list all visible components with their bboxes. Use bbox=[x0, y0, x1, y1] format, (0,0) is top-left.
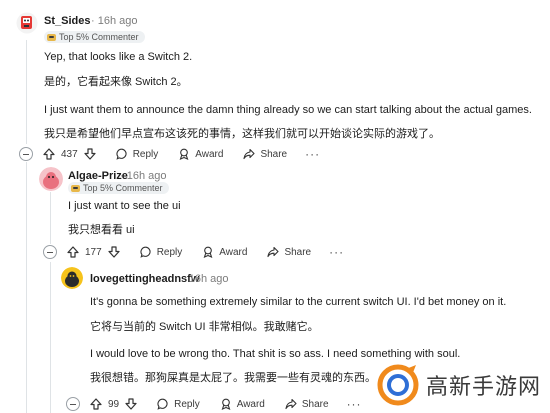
upvote-icon[interactable] bbox=[67, 246, 79, 258]
comment-text: 我只想看看 ui bbox=[68, 224, 135, 236]
share-icon bbox=[243, 148, 255, 160]
reply-label: Reply bbox=[174, 398, 200, 410]
timestamp: · 16h ago bbox=[182, 273, 229, 285]
watermark-text: 高新手游网 bbox=[426, 375, 542, 400]
timestamp: · 16h ago bbox=[120, 170, 167, 182]
comment-bubble-icon bbox=[116, 148, 128, 160]
award-button[interactable]: Award bbox=[202, 246, 247, 258]
downvote-icon[interactable] bbox=[125, 398, 137, 410]
commenter-badge: Top 5% Commenter bbox=[44, 31, 145, 43]
separator: · bbox=[182, 273, 186, 285]
comment-text: I just want them to announce the damn th… bbox=[44, 104, 532, 116]
timestamp: · 16h ago bbox=[91, 15, 138, 27]
award-label: Award bbox=[236, 398, 265, 410]
comment-text: Yep, that looks like a Switch 2. bbox=[44, 51, 193, 63]
vote-count: 99 bbox=[108, 398, 120, 410]
reply-button[interactable]: Reply bbox=[116, 148, 159, 160]
comment-text: 是的，它看起来像 Switch 2。 bbox=[44, 76, 188, 88]
sunglasses-icon bbox=[47, 33, 56, 41]
award-icon bbox=[220, 398, 232, 410]
comment-actions: 437 Reply Award Share ··· bbox=[43, 145, 320, 163]
more-options-icon[interactable]: ··· bbox=[329, 245, 344, 259]
comment-bubble-icon bbox=[140, 246, 152, 258]
more-options-icon[interactable]: ··· bbox=[305, 147, 320, 161]
vote-count: 177 bbox=[85, 246, 102, 258]
share-button[interactable]: Share bbox=[285, 398, 329, 410]
reply-label: Reply bbox=[132, 148, 159, 160]
more-options-icon[interactable]: ··· bbox=[347, 397, 362, 411]
reply-button[interactable]: Reply bbox=[157, 398, 200, 410]
award-icon bbox=[178, 148, 190, 160]
separator: · bbox=[91, 15, 95, 27]
share-icon bbox=[267, 246, 279, 258]
thread-line bbox=[26, 162, 27, 413]
collapse-button[interactable] bbox=[19, 147, 33, 161]
avatar[interactable] bbox=[61, 267, 83, 289]
separator: · bbox=[120, 170, 124, 182]
thread-line bbox=[50, 192, 51, 244]
award-button[interactable]: Award bbox=[220, 398, 265, 410]
badge-label: Top 5% Commenter bbox=[83, 183, 163, 193]
comment-text: It's gonna be something extremely simila… bbox=[90, 296, 507, 308]
share-button[interactable]: Share bbox=[243, 148, 287, 160]
share-label: Share bbox=[284, 246, 312, 258]
share-icon bbox=[285, 398, 297, 410]
vote-count: 437 bbox=[61, 148, 78, 160]
timestamp-text: 16h ago bbox=[126, 170, 167, 182]
watermark-logo-icon bbox=[376, 363, 420, 407]
comment-actions: 99 Reply Award Share ··· bbox=[90, 395, 362, 413]
award-button[interactable]: Award bbox=[178, 148, 223, 160]
avatar[interactable] bbox=[39, 167, 63, 191]
share-label: Share bbox=[260, 148, 288, 160]
username[interactable]: St_Sides bbox=[44, 15, 90, 27]
reply-label: Reply bbox=[156, 246, 183, 258]
upvote-icon[interactable] bbox=[90, 398, 102, 410]
badge-label: Top 5% Commenter bbox=[59, 32, 139, 42]
thread-line bbox=[26, 40, 27, 144]
commenter-badge: Top 5% Commenter bbox=[68, 182, 169, 194]
share-label: Share bbox=[301, 398, 329, 410]
comment-text: 我只是希望他们早点宣布这该死的事情，这样我们就可以开始谈论实际的游戏了。 bbox=[44, 128, 440, 140]
upvote-icon[interactable] bbox=[43, 148, 55, 160]
avatar[interactable] bbox=[16, 12, 38, 34]
username[interactable]: Algae-Prize bbox=[68, 170, 128, 182]
timestamp-text: 16h ago bbox=[188, 273, 229, 285]
comment-text: 我很想错。那狗屎真是太屁了。我需要一些有灵魂的东西。 bbox=[90, 372, 376, 384]
comment-text: 它将与当前的 Switch UI 非常相似。我敢赌它。 bbox=[90, 321, 319, 333]
award-label: Award bbox=[219, 246, 248, 258]
collapse-button[interactable] bbox=[43, 245, 57, 259]
sunglasses-icon bbox=[71, 184, 80, 192]
collapse-button[interactable] bbox=[66, 397, 80, 411]
downvote-icon[interactable] bbox=[84, 148, 96, 160]
thread-line bbox=[50, 262, 51, 413]
award-icon bbox=[202, 246, 214, 258]
comment-text: I just want to see the ui bbox=[68, 200, 181, 212]
comment-bubble-icon bbox=[157, 398, 169, 410]
share-button[interactable]: Share bbox=[267, 246, 311, 258]
reply-button[interactable]: Reply bbox=[140, 246, 183, 258]
timestamp-text: 16h ago bbox=[97, 15, 138, 27]
award-label: Award bbox=[195, 148, 224, 160]
comment-actions: 177 Reply Award Share ··· bbox=[67, 243, 344, 261]
downvote-icon[interactable] bbox=[108, 246, 120, 258]
site-watermark: 高新手游网 bbox=[372, 357, 550, 413]
